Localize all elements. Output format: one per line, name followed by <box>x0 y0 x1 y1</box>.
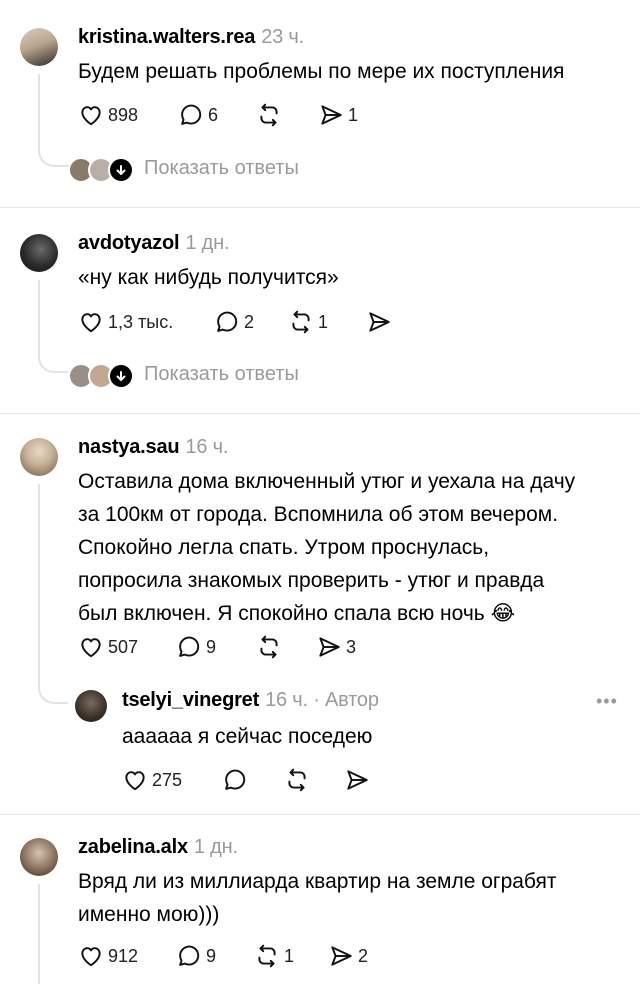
reply-username[interactable]: tselyi_vinegret 16 ч. · Автор <box>122 689 379 712</box>
repost-icon <box>288 768 306 792</box>
post-actions: 898 6 1 <box>78 100 378 130</box>
avatar[interactable] <box>20 838 58 876</box>
chevron-down-icon <box>108 363 134 389</box>
thread-line <box>38 280 40 338</box>
send-icon <box>331 946 352 966</box>
comment-icon <box>179 636 200 657</box>
reply-time: 16 ч. · Автор <box>265 689 379 711</box>
reply-button[interactable] <box>222 765 252 795</box>
chevron-down-icon <box>108 157 134 183</box>
post-text: Вряд ли из миллиарда квартир на земле ог… <box>78 870 557 926</box>
more-options-icon[interactable]: ••• <box>596 691 618 712</box>
post-text: «ну как нибудь получится» <box>78 266 339 289</box>
reply-button[interactable]: 6 <box>178 100 218 130</box>
avatar[interactable] <box>20 234 58 272</box>
comment-icon <box>217 311 238 332</box>
like-button[interactable]: 912 <box>78 941 138 971</box>
username[interactable]: kristina.walters.rea 23 ч. <box>78 26 304 49</box>
post-time: 23 ч. <box>261 26 304 48</box>
show-replies-label: Показать ответы <box>144 156 299 179</box>
repost-icon <box>260 103 278 127</box>
post-time: 16 ч. <box>185 436 229 458</box>
heart-icon <box>125 771 145 791</box>
username[interactable]: nastya.sau 16 ч. <box>78 436 228 459</box>
reply-actions: 275 <box>122 765 382 795</box>
post-actions: 1,3 тыс. 2 1 <box>78 307 398 337</box>
post-text: Будем решать проблемы по мере их поступл… <box>78 60 565 83</box>
reply-avatars <box>68 361 134 389</box>
avatar[interactable] <box>20 28 58 66</box>
reply-button[interactable]: 9 <box>176 941 216 971</box>
like-button[interactable]: 507 <box>78 632 138 662</box>
comment-icon <box>181 104 202 125</box>
send-icon <box>319 637 340 657</box>
heart-icon <box>81 638 101 658</box>
share-button[interactable]: 3 <box>316 632 356 662</box>
comment-icon <box>179 945 200 966</box>
reply-avatar[interactable] <box>75 690 107 722</box>
send-icon <box>369 312 390 332</box>
send-icon <box>347 770 368 790</box>
repost-button[interactable]: 1 <box>254 941 294 971</box>
post-actions: 507 9 3 <box>78 632 378 662</box>
like-button[interactable]: 275 <box>122 765 182 795</box>
like-button[interactable]: 1,3 тыс. <box>78 307 173 337</box>
like-button[interactable]: 898 <box>78 100 138 130</box>
repost-icon <box>258 944 276 968</box>
divider <box>0 814 640 815</box>
thread-line <box>38 484 40 684</box>
heart-icon <box>81 947 101 967</box>
repost-icon <box>260 635 278 659</box>
share-button[interactable]: 2 <box>328 941 368 971</box>
divider <box>0 413 640 414</box>
username[interactable]: zabelina.alx 1 дн. <box>78 836 238 859</box>
repost-button[interactable]: 1 <box>288 307 328 337</box>
reply-text: аааааа я сейчас поседею <box>122 725 373 748</box>
thread-curve <box>38 672 68 704</box>
show-replies-label: Показать ответы <box>144 362 299 385</box>
avatar[interactable] <box>20 438 58 476</box>
heart-icon <box>81 106 101 126</box>
share-button[interactable] <box>366 307 396 337</box>
show-replies[interactable]: Показать ответы <box>68 359 299 389</box>
post-text: Оставила дома включенный утюг и уехала н… <box>78 470 576 625</box>
repost-button[interactable] <box>256 100 286 130</box>
show-replies[interactable]: Показать ответы <box>68 153 299 183</box>
comment-icon <box>225 769 246 790</box>
share-button[interactable] <box>344 765 374 795</box>
repost-icon <box>292 310 310 334</box>
share-button[interactable]: 1 <box>318 100 358 130</box>
thread-line <box>38 884 40 984</box>
post-time: 1 дн. <box>185 232 230 254</box>
repost-button[interactable] <box>284 765 314 795</box>
reply-button[interactable]: 9 <box>176 632 216 662</box>
divider <box>0 207 640 208</box>
post-actions: 912 9 1 2 <box>78 941 378 971</box>
heart-icon <box>81 313 101 333</box>
send-icon <box>321 105 342 125</box>
reply-avatars <box>68 155 134 183</box>
post-time: 1 дн. <box>193 836 238 858</box>
username[interactable]: avdotyazol 1 дн. <box>78 232 230 255</box>
thread-line <box>38 74 40 132</box>
repost-button[interactable] <box>256 632 286 662</box>
reply-button[interactable]: 2 <box>214 307 254 337</box>
